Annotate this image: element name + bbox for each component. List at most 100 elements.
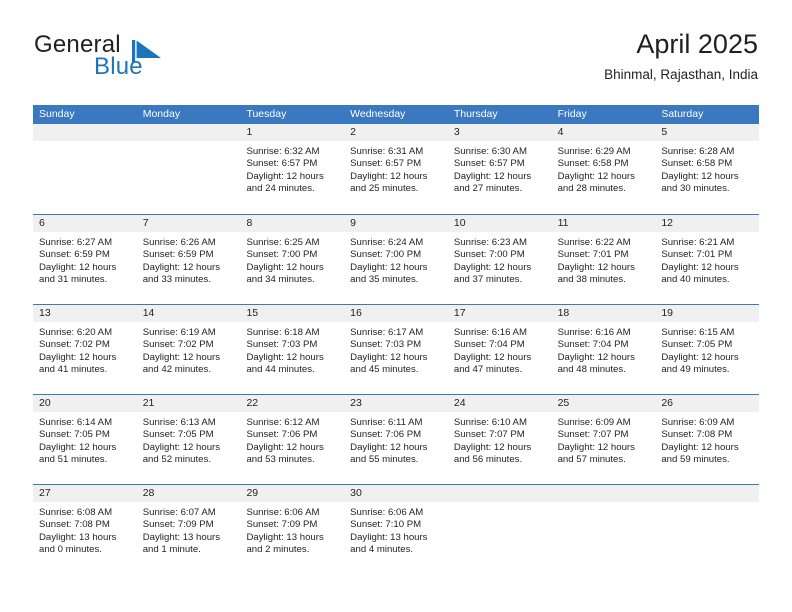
daylight-text: Daylight: 12 hours (453, 351, 532, 363)
day-details: Sunrise: 6:14 AM Sunset: 7:05 PM Daylight:… (33, 412, 137, 467)
daylight-text-cont: and 4 minutes. (350, 544, 414, 556)
daylight-text-cont: and 49 minutes. (661, 364, 730, 376)
calendar-day-cell[interactable]: 23 Sunrise: 6:11 AM Sunset: 7:06 PM Dayligh… (344, 395, 448, 484)
weekday-header-row: Sunday Monday Tuesday Wednesday Thursday Frid… (33, 105, 759, 124)
sunrise-text: Sunrise: 6:23 AM (453, 237, 527, 248)
day-number (136, 124, 241, 141)
day-details: Sunrise: 6:16 AM Sunset: 7:04 PM Daylight:… (448, 322, 552, 377)
calendar-day-cell[interactable]: 4 Sunrise: 6:29 AM Sunset: 6:58 PM Daylight… (551, 124, 656, 214)
day-details: Sunrise: 6:09 AM Sunset: 7:07 PM Daylight:… (552, 412, 656, 467)
daylight-text: Daylight: 12 hours (350, 261, 428, 273)
daylight-text-cont: and 52 minutes. (142, 454, 211, 466)
calendar-day-cell[interactable]: 6 Sunrise: 6:27 AM Sunset: 6:59 PM Daylight… (33, 215, 137, 304)
calendar-day-cell[interactable]: 14 Sunrise: 6:19 AM Sunset: 7:02 PM Dayligh… (136, 305, 241, 394)
daylight-text-cont: and 24 minutes. (246, 183, 315, 195)
daylight-text: Daylight: 12 hours (246, 170, 324, 182)
calendar-day-cell[interactable]: 19 Sunrise: 6:15 AM Sunset: 7:05 PM Dayligh… (655, 305, 760, 394)
day-number: 29 (240, 485, 345, 502)
calendar-day-cell[interactable]: 13 Sunrise: 6:20 AM Sunset: 7:02 PM Dayligh… (33, 305, 137, 394)
day-number: 11 (551, 215, 656, 232)
sunset-text: Sunset: 7:05 PM (142, 429, 214, 441)
day-number: 24 (447, 395, 552, 412)
daylight-text: Daylight: 12 hours (557, 441, 635, 453)
calendar-day-cell[interactable]: 7 Sunrise: 6:26 AM Sunset: 6:59 PM Daylight… (136, 215, 241, 304)
brand-logo[interactable]: General Blue (34, 32, 274, 86)
day-details: Sunrise: 6:29 AM Sunset: 6:58 PM Daylight:… (552, 141, 656, 196)
daylight-text-cont: and 37 minutes. (453, 274, 523, 286)
calendar-day-cell[interactable]: 3 Sunrise: 6:30 AM Sunset: 6:57 PM Daylight… (447, 124, 552, 214)
day-number: 7 (136, 215, 241, 232)
sunrise-text: Sunrise: 6:11 AM (350, 417, 423, 428)
day-number: 26 (655, 395, 760, 412)
calendar-day-cell[interactable]: 29 Sunrise: 6:06 AM Sunset: 7:09 PM Dayligh… (240, 485, 345, 574)
daylight-text: Daylight: 12 hours (39, 351, 117, 363)
daylight-text-cont: and 38 minutes. (557, 274, 626, 286)
day-details: Sunrise: 6:22 AM Sunset: 7:01 PM Daylight:… (552, 232, 656, 287)
calendar-day-cell[interactable]: 25 Sunrise: 6:09 AM Sunset: 7:07 PM Dayligh… (551, 395, 656, 484)
calendar-day-cell[interactable]: 2 Sunrise: 6:31 AM Sunset: 6:57 PM Daylight… (344, 124, 448, 214)
sunrise-text: Sunrise: 6:30 AM (453, 146, 527, 157)
sunrise-text: Sunrise: 6:25 AM (246, 237, 320, 248)
sunset-text: Sunset: 7:06 PM (350, 429, 422, 441)
daylight-text: Daylight: 12 hours (246, 261, 324, 273)
day-number: 16 (344, 305, 448, 322)
calendar-day-cell[interactable]: 1 Sunrise: 6:32 AM Sunset: 6:57 PM Daylight… (240, 124, 345, 214)
day-number: 6 (33, 215, 137, 232)
calendar-day-cell[interactable]: 27 Sunrise: 6:08 AM Sunset: 7:08 PM Dayligh… (33, 485, 137, 574)
day-number: 15 (240, 305, 345, 322)
daylight-text-cont: and 42 minutes. (142, 364, 211, 376)
calendar-day-cell[interactable]: 30 Sunrise: 6:06 AM Sunset: 7:10 PM Dayligh… (344, 485, 448, 574)
daylight-text: Daylight: 12 hours (453, 261, 532, 273)
weekday-header-thursday: Thursday (453, 108, 498, 120)
sunrise-text: Sunrise: 6:31 AM (350, 146, 424, 157)
sunset-text: Sunset: 7:08 PM (39, 519, 110, 531)
weekday-header-saturday: Saturday (661, 108, 704, 120)
sunrise-text: Sunrise: 6:17 AM (350, 327, 424, 338)
calendar-week-row: 1 Sunrise: 6:32 AM Sunset: 6:57 PM Daylight… (33, 124, 760, 214)
day-number: 17 (447, 305, 552, 322)
calendar-day-cell[interactable]: 28 Sunrise: 6:07 AM Sunset: 7:09 PM Dayligh… (136, 485, 241, 574)
calendar-day-cell[interactable]: 8 Sunrise: 6:25 AM Sunset: 7:00 PM Daylight… (240, 215, 345, 304)
day-details: Sunrise: 6:18 AM Sunset: 7:03 PM Daylight:… (240, 322, 344, 377)
daylight-text-cont: and 1 minute. (142, 544, 201, 556)
daylight-text: Daylight: 12 hours (661, 351, 739, 363)
day-details (655, 502, 759, 507)
daylight-text: Daylight: 13 hours (142, 531, 221, 543)
calendar-day-cell[interactable]: 18 Sunrise: 6:16 AM Sunset: 7:04 PM Dayligh… (551, 305, 656, 394)
day-number (33, 124, 137, 141)
calendar-day-cell[interactable]: 24 Sunrise: 6:10 AM Sunset: 7:07 PM Dayligh… (447, 395, 552, 484)
day-details: Sunrise: 6:19 AM Sunset: 7:02 PM Daylight:… (137, 322, 241, 377)
sunrise-text: Sunrise: 6:06 AM (350, 507, 424, 518)
calendar-day-cell[interactable]: 20 Sunrise: 6:14 AM Sunset: 7:05 PM Dayligh… (33, 395, 137, 484)
sunrise-text: Sunrise: 6:29 AM (557, 146, 631, 157)
calendar-day-cell[interactable]: 11 Sunrise: 6:22 AM Sunset: 7:01 PM Dayligh… (551, 215, 656, 304)
daylight-text-cont: and 53 minutes. (246, 454, 315, 466)
calendar-day-cell[interactable]: 5 Sunrise: 6:28 AM Sunset: 6:58 PM Daylight… (655, 124, 760, 214)
sunrise-text: Sunrise: 6:07 AM (142, 507, 216, 518)
calendar-day-cell[interactable]: 16 Sunrise: 6:17 AM Sunset: 7:03 PM Dayligh… (344, 305, 448, 394)
sunset-text: Sunset: 7:04 PM (557, 339, 629, 351)
calendar-day-cell[interactable]: 26 Sunrise: 6:09 AM Sunset: 7:08 PM Dayligh… (655, 395, 760, 484)
calendar-day-cell[interactable]: 10 Sunrise: 6:23 AM Sunset: 7:00 PM Dayligh… (447, 215, 552, 304)
sunset-text: Sunset: 7:01 PM (557, 249, 629, 261)
sunrise-text: Sunrise: 6:20 AM (39, 327, 113, 338)
calendar-day-cell[interactable]: 22 Sunrise: 6:12 AM Sunset: 7:06 PM Dayligh… (240, 395, 345, 484)
calendar-grid: Sunday Monday Tuesday Wednesday Thursday Frid… (33, 105, 760, 574)
weekday-header-monday: Monday (142, 108, 181, 120)
calendar-day-cell[interactable]: 21 Sunrise: 6:13 AM Sunset: 7:05 PM Dayligh… (136, 395, 241, 484)
day-number: 1 (240, 124, 345, 141)
daylight-text: Daylight: 12 hours (661, 441, 739, 453)
calendar-day-cell[interactable]: 12 Sunrise: 6:21 AM Sunset: 7:01 PM Dayligh… (655, 215, 760, 304)
daylight-text: Daylight: 12 hours (661, 261, 739, 273)
daylight-text: Daylight: 12 hours (557, 261, 635, 273)
calendar-day-cell[interactable]: 15 Sunrise: 6:18 AM Sunset: 7:03 PM Dayligh… (240, 305, 345, 394)
daylight-text-cont: and 27 minutes. (453, 183, 523, 195)
day-details: Sunrise: 6:06 AM Sunset: 7:10 PM Daylight:… (344, 502, 448, 557)
sunrise-text: Sunrise: 6:16 AM (453, 327, 527, 338)
calendar-week-row: 6 Sunrise: 6:27 AM Sunset: 6:59 PM Daylight… (33, 214, 760, 304)
day-number: 19 (655, 305, 760, 322)
daylight-text-cont: and 34 minutes. (246, 274, 315, 286)
sunset-text: Sunset: 7:05 PM (661, 339, 733, 351)
calendar-day-cell[interactable]: 17 Sunrise: 6:16 AM Sunset: 7:04 PM Dayligh… (447, 305, 552, 394)
calendar-day-cell[interactable]: 9 Sunrise: 6:24 AM Sunset: 7:00 PM Daylight… (344, 215, 448, 304)
